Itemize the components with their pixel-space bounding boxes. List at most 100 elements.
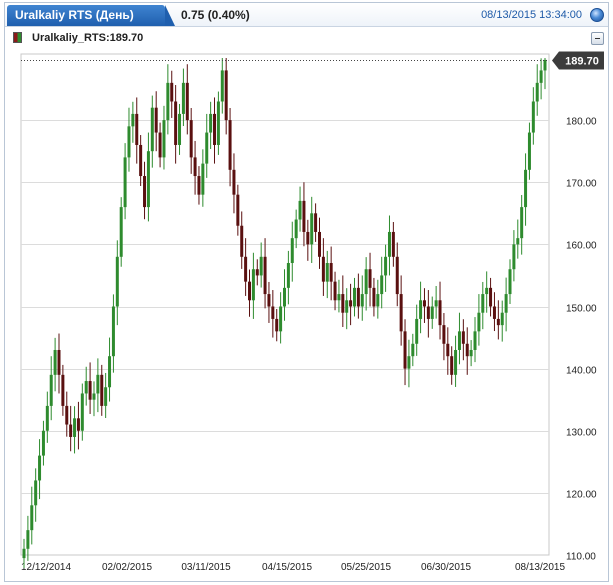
candle-down [403, 331, 407, 369]
y-tick-label: 120.00 [566, 490, 597, 501]
candle-up [524, 169, 528, 208]
candle-down [450, 356, 454, 375]
y-tick-label: 160.00 [566, 241, 597, 252]
candle-up [38, 455, 42, 481]
candle-up [387, 231, 391, 257]
x-tick-label: 03/11/2015 [181, 562, 231, 573]
candle-down [395, 256, 399, 295]
candle-down [61, 374, 65, 406]
candle-up [216, 101, 220, 145]
candle-up [181, 82, 185, 114]
candle-up [286, 263, 290, 288]
candle-up [543, 59, 547, 71]
candle-up [457, 331, 461, 350]
candle-down [255, 269, 259, 276]
candle-down [263, 256, 267, 295]
candle-up [500, 312, 504, 326]
candle-up [294, 219, 298, 239]
candle-up [360, 294, 364, 307]
x-tick-label: 06/30/2015 [421, 562, 471, 573]
x-tick-label: 04/15/2015 [262, 562, 312, 573]
candle-up [411, 343, 415, 357]
candle-down [461, 331, 465, 344]
candle-down [368, 269, 372, 288]
candle-up [80, 393, 84, 431]
candle-up [512, 244, 516, 270]
x-tick-label: 08/13/2015 [515, 562, 565, 573]
candle-down [193, 157, 197, 177]
y-tick-label: 170.00 [566, 179, 597, 190]
candle-up [419, 300, 423, 319]
candle-up [111, 306, 115, 357]
candle-up [376, 294, 380, 307]
candle-down [240, 225, 244, 257]
candle-up [298, 200, 302, 220]
candle-up [41, 430, 45, 456]
candle-up [205, 132, 209, 164]
candle-up [504, 294, 508, 313]
candle-down [232, 169, 236, 195]
candle-down [492, 306, 496, 319]
candle-up [73, 418, 77, 437]
candle-down [213, 113, 217, 145]
candlestick-chart: 110.00 120.00 130.00 140.00 150.00 160.00 170.… [20, 51, 604, 573]
candle-down [244, 256, 248, 282]
candle-down [76, 418, 80, 431]
candle-up [454, 349, 458, 375]
candle-down [314, 213, 318, 232]
candle-up [516, 238, 520, 245]
candle-up [473, 331, 477, 350]
candle-up [279, 306, 283, 332]
candle-up [45, 405, 49, 431]
candle-up [527, 132, 531, 170]
candle-down [139, 144, 143, 177]
candle-down [317, 231, 321, 257]
x-tick-label: 02/02/2015 [102, 562, 152, 573]
candle-up [290, 238, 294, 264]
candle-up [131, 113, 135, 127]
candle-up [251, 269, 255, 301]
candle-down [372, 287, 376, 307]
candle-down [65, 405, 69, 425]
candle-down [438, 300, 442, 326]
y-tick-label: 150.00 [566, 304, 597, 315]
candle-down [321, 256, 325, 282]
candle-up [26, 530, 30, 549]
candle-down [170, 82, 174, 102]
candle-down [267, 294, 271, 307]
candle-up [364, 269, 368, 295]
candle-down [489, 287, 493, 307]
y-tick-label: 180.00 [566, 117, 597, 128]
candle-up [407, 356, 411, 369]
y-tick-label: 130.00 [566, 428, 597, 439]
candle-up [481, 294, 485, 313]
candle-down [306, 231, 310, 245]
candle-down [154, 107, 158, 133]
candle-down [271, 306, 275, 319]
candle-down [391, 231, 395, 257]
candle-up [104, 387, 108, 406]
candle-down [57, 349, 61, 375]
candle-up [508, 269, 512, 295]
candle-up [283, 287, 286, 307]
y-tick-label: 110.00 [566, 552, 596, 563]
candle-up [162, 120, 166, 158]
candle-down [465, 343, 469, 357]
candle-down [100, 374, 104, 406]
candle-down [135, 113, 139, 145]
candle-up [310, 213, 314, 245]
candle-down [224, 70, 228, 121]
candle-down [158, 132, 162, 158]
candle-down [399, 294, 403, 332]
candle-up [485, 287, 489, 295]
candle-up [380, 275, 384, 295]
candle-down [275, 318, 279, 332]
candle-down [189, 120, 193, 158]
candle-up [434, 300, 438, 307]
candle-down [341, 294, 345, 313]
x-tick-label: 12/12/2014 [21, 562, 71, 573]
candle-up [108, 356, 112, 388]
candle-down [442, 325, 446, 344]
candle-down [426, 306, 430, 319]
candle-up [430, 306, 434, 319]
